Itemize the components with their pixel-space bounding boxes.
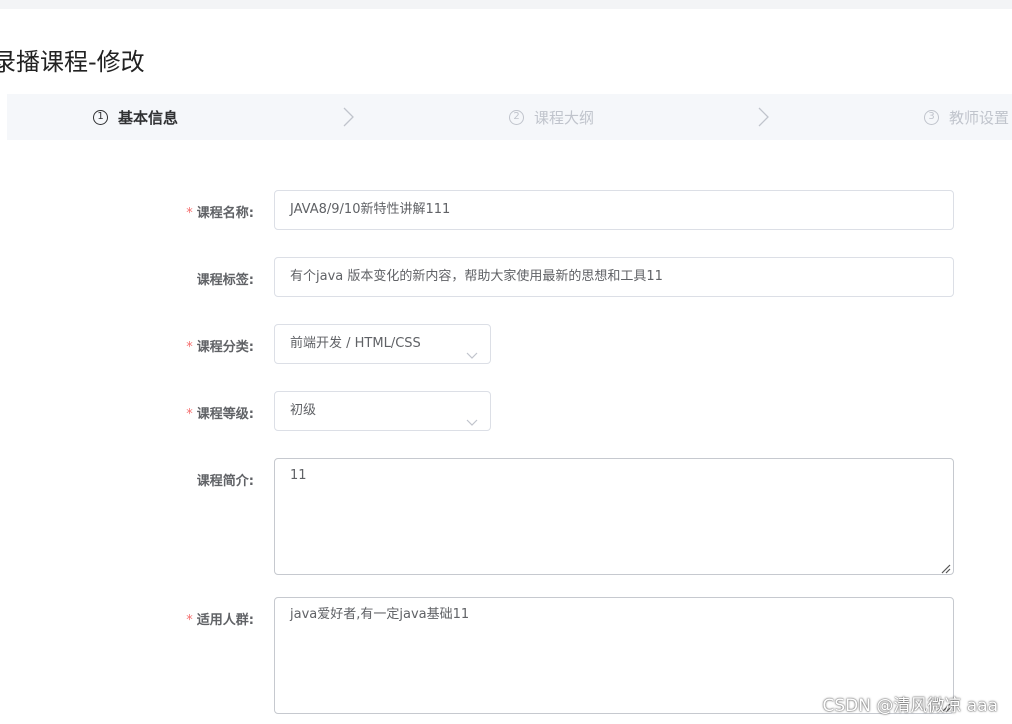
select-value: 初级 [290, 403, 317, 418]
course-level-label: * 课程等级: [186, 407, 254, 422]
course-level-select[interactable]: 初级 [274, 391, 491, 431]
course-name-label: * 课程名称: [186, 206, 254, 221]
course-category-select[interactable]: 前端开发 / HTML/CSS [274, 324, 491, 364]
required-mark: * [186, 206, 193, 221]
step-teacher-settings[interactable]: 3 教师设置 [924, 94, 1009, 140]
step-label: 教师设置 [949, 108, 1010, 127]
chevron-right-icon [337, 106, 359, 128]
chevron-right-icon [752, 106, 774, 128]
steps-bar: 1 基本信息 2 课程大纲 3 教师设置 [7, 94, 1012, 140]
required-mark: * [186, 407, 193, 422]
chevron-down-icon [466, 339, 478, 359]
select-value: 前端开发 / HTML/CSS [290, 336, 421, 351]
step-basic-info[interactable]: 1 基本信息 [93, 94, 178, 140]
step-number-icon: 1 [93, 109, 108, 125]
required-mark: * [186, 340, 193, 355]
course-tags-input[interactable]: 有个java 版本变化的新内容，帮助大家使用最新的思想和工具11 [274, 257, 954, 297]
step-label: 基本信息 [118, 108, 179, 127]
required-mark: * [186, 613, 193, 628]
step-number-icon: 2 [509, 109, 524, 125]
top-bar [0, 0, 1012, 9]
course-category-label: * 课程分类: [186, 340, 254, 355]
step-number-icon: 3 [924, 109, 939, 125]
watermark: CSDN @清风微凉 aaa [822, 696, 998, 716]
chevron-down-icon [466, 406, 478, 426]
target-audience-label: * 适用人群: [186, 613, 254, 628]
textarea-value: 11 [290, 468, 307, 483]
course-intro-label: 课程简介: [196, 474, 254, 489]
course-tags-label: 课程标签: [196, 273, 254, 288]
course-name-input[interactable]: JAVA8/9/10新特性讲解111 [274, 190, 954, 230]
page-title: 录播课程-修改 [0, 48, 145, 76]
step-label: 课程大纲 [534, 108, 595, 127]
course-intro-textarea[interactable]: 11 [274, 458, 954, 575]
textarea-value: java爱好者,有一定java基础11 [290, 607, 470, 622]
step-course-outline[interactable]: 2 课程大纲 [509, 94, 594, 140]
resize-handle-icon[interactable] [941, 562, 951, 574]
